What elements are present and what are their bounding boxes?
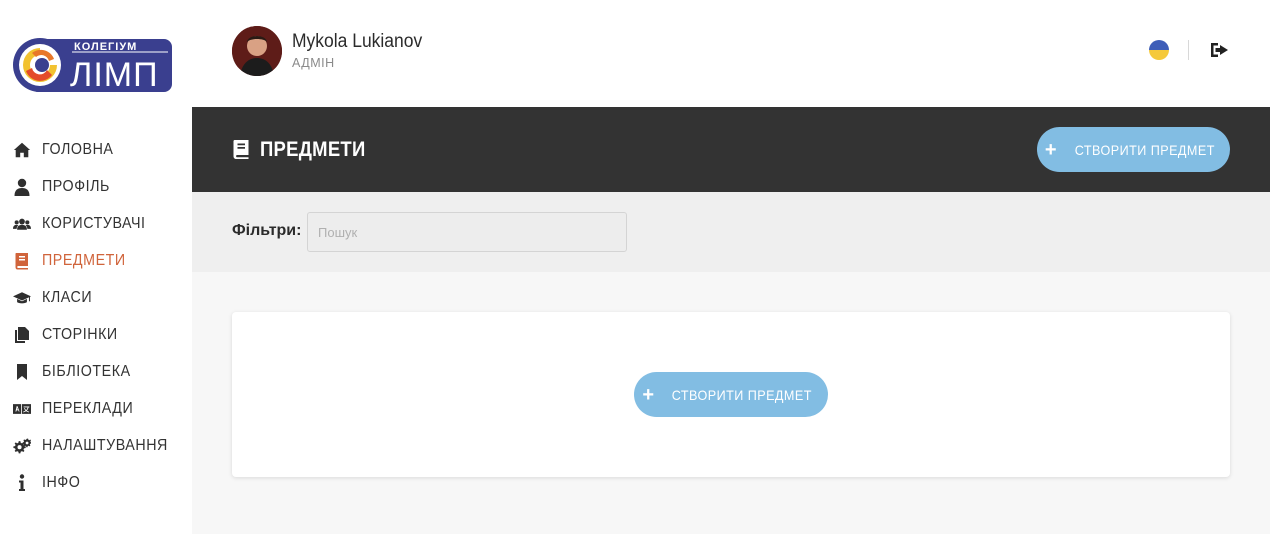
page-title: ПРЕДМЕТИ [260, 138, 366, 161]
sidebar-item-settings[interactable]: НАЛАШТУВАННЯ [0, 427, 192, 464]
sidebar-item-pages[interactable]: СТОРІНКИ [0, 316, 192, 353]
logout-icon[interactable] [1209, 40, 1231, 60]
sidebar-item-label: БІБЛІОТЕКА [42, 362, 131, 380]
book-icon [232, 139, 250, 160]
sidebar-item-label: КОРИСТУВАЧІ [42, 214, 146, 232]
sidebar-item-classes[interactable]: КЛАСИ [0, 279, 192, 316]
home-icon [12, 141, 32, 159]
sidebar-item-subjects[interactable]: ПРЕДМЕТИ [0, 242, 192, 279]
ukrainian-flag-icon[interactable] [1149, 40, 1169, 60]
sidebar-item-info[interactable]: ІНФО [0, 464, 192, 501]
sidebar-item-label: СТОРІНКИ [42, 325, 118, 343]
sidebar-item-label: ІНФО [42, 473, 81, 491]
plus-icon: + [642, 383, 655, 406]
user-role: АДМІН [292, 56, 335, 70]
sidebar: КОЛЕГІУМ ЛІМП ГОЛОВНА ПРОФІЛЬ КОРИСТУВАЧ… [0, 0, 192, 534]
page-title-bar: ПРЕДМЕТИ + СТВОРИТИ ПРЕДМЕТ [192, 107, 1270, 192]
sidebar-item-home[interactable]: ГОЛОВНА [0, 131, 192, 168]
sidebar-nav: ГОЛОВНА ПРОФІЛЬ КОРИСТУВАЧІ ПРЕДМЕТИ КЛА… [0, 131, 192, 501]
logo-top-text: КОЛЕГІУМ [74, 41, 137, 53]
olimp-logo[interactable]: КОЛЕГІУМ ЛІМП [12, 37, 173, 94]
book-icon [12, 252, 32, 270]
subjects-card: + СТВОРИТИ ПРЕДМЕТ [232, 312, 1230, 477]
create-subject-empty-button[interactable]: + СТВОРИТИ ПРЕДМЕТ [634, 372, 828, 417]
create-subject-button-label: СТВОРИТИ ПРЕДМЕТ [1074, 141, 1215, 158]
info-icon [12, 473, 32, 492]
filters-bar: Фільтри: [192, 192, 1270, 272]
user-icon [12, 178, 32, 196]
create-subject-empty-button-label: СТВОРИТИ ПРЕДМЕТ [671, 386, 812, 403]
sidebar-item-translations[interactable]: ПЕРЕКЛАДИ [0, 390, 192, 427]
sidebar-item-label: ПРОФІЛЬ [42, 177, 110, 195]
search-input[interactable] [307, 212, 627, 252]
language-icon [12, 400, 32, 418]
sidebar-item-label: ПРЕДМЕТИ [42, 251, 126, 269]
sidebar-item-users[interactable]: КОРИСТУВАЧІ [0, 205, 192, 242]
filters-label: Фільтри: [232, 222, 302, 239]
sidebar-item-label: КЛАСИ [42, 288, 93, 306]
cogs-icon [12, 437, 32, 455]
user-name: Mykola Lukianov [292, 31, 423, 52]
copy-icon [12, 326, 32, 344]
header-divider [1188, 40, 1189, 60]
top-header: Mykola Lukianov АДМІН [192, 0, 1270, 107]
create-subject-button[interactable]: + СТВОРИТИ ПРЕДМЕТ [1037, 127, 1230, 172]
logo-main-text: ЛІМП [70, 56, 159, 94]
plus-icon: + [1044, 138, 1057, 161]
graduation-cap-icon [12, 289, 32, 307]
sidebar-item-library[interactable]: БІБЛІОТЕКА [0, 353, 192, 390]
bookmark-icon [12, 363, 32, 381]
sidebar-item-label: ГОЛОВНА [42, 140, 114, 158]
sidebar-item-profile[interactable]: ПРОФІЛЬ [0, 168, 192, 205]
sidebar-item-label: ПЕРЕКЛАДИ [42, 399, 134, 417]
avatar[interactable] [232, 26, 282, 76]
users-icon [12, 215, 32, 233]
sidebar-item-label: НАЛАШТУВАННЯ [42, 436, 168, 454]
